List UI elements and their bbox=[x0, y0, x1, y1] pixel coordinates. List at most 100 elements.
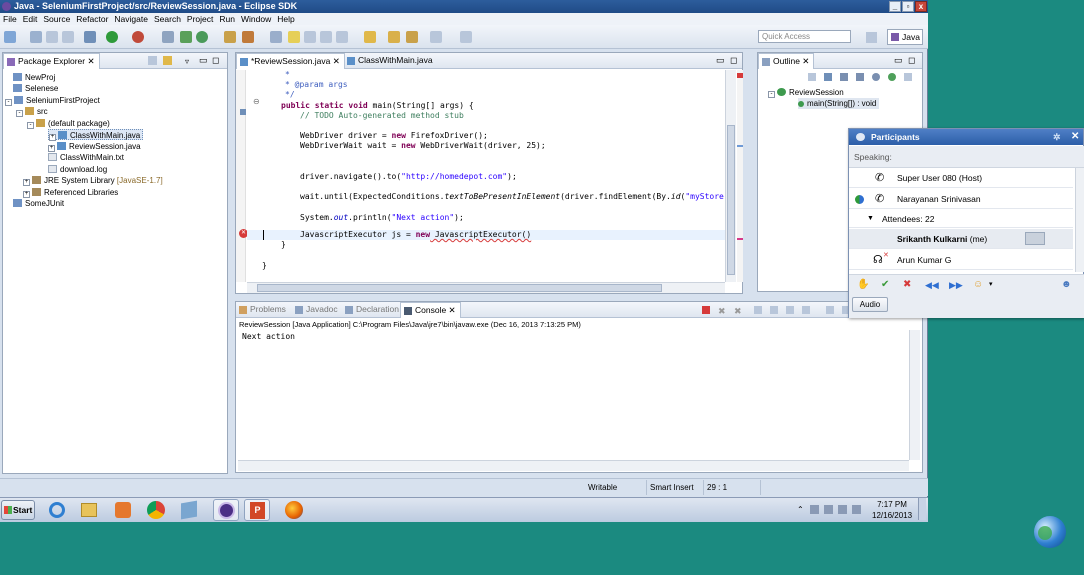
outline-item-class[interactable]: - ReviewSession bbox=[768, 87, 844, 98]
quick-access-input[interactable]: Quick Access bbox=[758, 30, 851, 43]
tree-item-reviewsession-java[interactable]: + ReviewSession.java bbox=[48, 141, 141, 152]
search-icon[interactable] bbox=[270, 31, 282, 43]
powerpoint-icon[interactable]: P bbox=[244, 499, 270, 521]
faster-icon[interactable]: ▶▶ bbox=[949, 280, 963, 291]
word-wrap-icon[interactable] bbox=[786, 306, 794, 314]
participant-row[interactable]: ✆ Super User 080 (Host) bbox=[849, 168, 1073, 188]
open-perspective-icon[interactable] bbox=[866, 32, 877, 43]
toggle-mark-occurrences-icon[interactable] bbox=[288, 31, 300, 43]
attendee-row[interactable]: ☊ ✕ Arun Kumar G bbox=[849, 250, 1073, 270]
sort-icon[interactable] bbox=[824, 73, 832, 81]
scrollbar-thumb[interactable] bbox=[727, 125, 735, 275]
hide-static-icon[interactable] bbox=[856, 73, 864, 81]
collapse-toggle[interactable]: - bbox=[5, 99, 12, 106]
clear-console-icon[interactable] bbox=[754, 306, 762, 314]
minimize-button[interactable]: _ bbox=[889, 1, 901, 12]
code-area[interactable]: * * @param args */ public static void ma… bbox=[250, 70, 725, 282]
clock-time[interactable]: 7:17 PM bbox=[872, 500, 912, 509]
maximize-button[interactable]: ▫ bbox=[902, 1, 914, 12]
last-edit-icon[interactable] bbox=[388, 31, 400, 43]
save-all-icon[interactable] bbox=[46, 31, 58, 43]
console-output[interactable]: Next action bbox=[242, 332, 295, 341]
menu-refactor[interactable]: Refactor bbox=[73, 13, 111, 25]
participant-menu-icon[interactable]: ☻ bbox=[1061, 279, 1072, 290]
volume-icon[interactable] bbox=[852, 505, 861, 514]
debug-icon[interactable] bbox=[84, 31, 96, 43]
terminate-icon[interactable] bbox=[702, 306, 710, 314]
internet-explorer-icon[interactable] bbox=[44, 499, 70, 521]
maximize-view-icon[interactable]: ◻ bbox=[730, 53, 737, 68]
battery-icon[interactable] bbox=[838, 505, 847, 514]
collapse-all-icon[interactable] bbox=[808, 73, 816, 81]
show-hidden-icons-icon[interactable]: ⌃ bbox=[797, 505, 804, 514]
tab-reviewsession-java[interactable]: *ReviewSession.java ✕ bbox=[236, 53, 345, 69]
hide-fields-icon[interactable] bbox=[840, 73, 848, 81]
minimize-view-icon[interactable]: ▭ bbox=[894, 53, 903, 68]
outline-item-main-method[interactable]: main(String[]) : void bbox=[798, 98, 880, 109]
display-console-icon[interactable] bbox=[826, 306, 834, 314]
back-icon[interactable] bbox=[406, 31, 418, 43]
menu-navigate[interactable]: Navigate bbox=[111, 13, 151, 25]
minimize-view-icon[interactable]: ▭ bbox=[199, 53, 208, 68]
tree-item-newproj[interactable]: NewProj bbox=[13, 72, 55, 83]
external-tools-icon[interactable] bbox=[132, 31, 144, 43]
save-icon[interactable] bbox=[30, 31, 42, 43]
clock-date[interactable]: 12/16/2013 bbox=[872, 511, 912, 520]
maximize-view-icon[interactable]: ◻ bbox=[212, 53, 219, 68]
collapse-toggle[interactable]: - bbox=[768, 91, 775, 98]
participants-scrollbar[interactable] bbox=[1075, 168, 1084, 272]
raise-hand-icon[interactable]: ✋ bbox=[857, 279, 869, 290]
tab-package-explorer[interactable]: Package Explorer ✕ bbox=[3, 53, 100, 69]
tray-icon[interactable] bbox=[810, 505, 819, 514]
error-overview-marker[interactable] bbox=[737, 73, 743, 78]
block-selection-icon[interactable] bbox=[320, 31, 332, 43]
menu-window[interactable]: Window bbox=[238, 13, 274, 25]
tree-item-seleniumfirstproject[interactable]: - SeleniumFirstProject bbox=[5, 95, 100, 106]
hide-non-public-icon[interactable] bbox=[872, 73, 880, 81]
tab-javadoc[interactable]: Javadoc bbox=[292, 302, 342, 318]
chrome-icon[interactable] bbox=[143, 499, 169, 521]
expand-toggle[interactable]: + bbox=[23, 191, 30, 198]
tree-item-default-package[interactable]: - (default package) bbox=[27, 118, 110, 129]
app-icon[interactable] bbox=[176, 499, 202, 521]
tree-item-somejunit[interactable]: SomeJUnit bbox=[13, 198, 64, 209]
new-java-project-icon[interactable] bbox=[162, 31, 174, 43]
next-annotation-icon[interactable] bbox=[364, 31, 376, 43]
webcam-icon[interactable] bbox=[1025, 232, 1045, 245]
expand-toggle[interactable]: + bbox=[23, 179, 30, 186]
participant-row[interactable]: ✆ Narayanan Srinivasan bbox=[849, 189, 1073, 209]
tab-declaration[interactable]: Declaration bbox=[342, 302, 403, 318]
scroll-lock-icon[interactable] bbox=[770, 306, 778, 314]
scrollbar-thumb[interactable] bbox=[257, 284, 662, 292]
console-horizontal-scrollbar[interactable] bbox=[238, 460, 909, 471]
tab-problems[interactable]: Problems bbox=[236, 302, 290, 318]
new-icon[interactable] bbox=[4, 31, 16, 43]
settings-icon[interactable]: ✲ bbox=[1053, 129, 1061, 145]
java-perspective-button[interactable]: Java bbox=[887, 29, 923, 45]
tab-classwithmain-java[interactable]: ClassWithMain.java bbox=[344, 53, 437, 69]
maximize-view-icon[interactable]: ◻ bbox=[908, 53, 915, 68]
pin-console-icon[interactable] bbox=[802, 306, 810, 314]
tab-outline[interactable]: Outline ✕ bbox=[758, 53, 815, 69]
tab-console[interactable]: Console ✕ bbox=[400, 302, 461, 318]
emoticon-icon[interactable]: ☺ bbox=[973, 279, 983, 290]
new-class-icon[interactable] bbox=[196, 31, 208, 43]
disagree-icon[interactable]: ✖ bbox=[903, 279, 911, 290]
attendees-group-header[interactable]: ▼ Attendees: 22 bbox=[849, 210, 1073, 228]
collapse-triangle-icon[interactable]: ▼ bbox=[867, 210, 874, 228]
run-icon[interactable] bbox=[106, 31, 118, 43]
print-icon[interactable] bbox=[62, 31, 74, 43]
show-whitespace-icon[interactable] bbox=[304, 31, 316, 43]
menu-file[interactable]: File bbox=[0, 13, 20, 25]
menu-run[interactable]: Run bbox=[216, 13, 238, 25]
collapse-toggle[interactable]: - bbox=[16, 110, 23, 117]
vertical-scrollbar[interactable] bbox=[725, 70, 736, 282]
view-menu-icon[interactable]: ▿ bbox=[185, 54, 189, 69]
menu-edit[interactable]: Edit bbox=[20, 13, 41, 25]
tree-item-referenced-libraries[interactable]: + Referenced Libraries bbox=[23, 187, 118, 198]
audio-button[interactable]: Audio bbox=[852, 297, 888, 312]
tree-item-selenese[interactable]: Selenese bbox=[13, 83, 58, 94]
eclipse-taskbar-icon[interactable] bbox=[213, 499, 239, 521]
close-button[interactable]: x bbox=[915, 1, 927, 12]
tree-item-download-log[interactable]: download.log bbox=[48, 164, 107, 175]
